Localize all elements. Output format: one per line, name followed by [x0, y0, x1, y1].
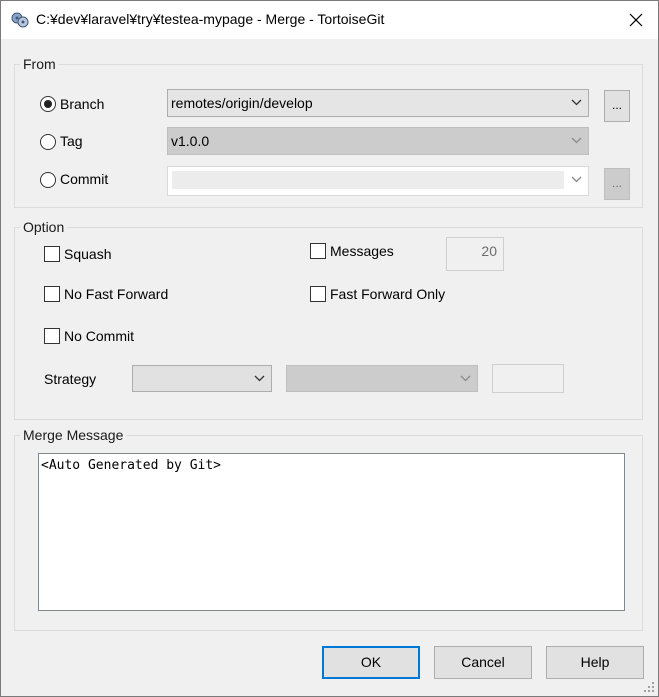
squash-checkbox[interactable] [44, 246, 60, 262]
chevron-down-icon [254, 375, 265, 382]
close-button[interactable] [614, 1, 658, 39]
help-button[interactable]: Help [546, 646, 644, 679]
messages-count-field[interactable]: 20 [446, 237, 504, 271]
merge-dialog: C:¥dev¥laravel¥try¥testea-mypage - Merge… [0, 0, 659, 697]
resize-grip-icon[interactable] [643, 681, 655, 693]
tag-label: Tag [60, 133, 83, 149]
strategy-param-field[interactable] [492, 364, 564, 393]
no-fast-forward-label: No Fast Forward [64, 286, 169, 302]
commit-browse-button[interactable]: ... [604, 168, 630, 200]
messages-count-value: 20 [481, 243, 497, 259]
no-commit-checkbox[interactable] [44, 328, 60, 344]
tag-combo-value: v1.0.0 [171, 133, 210, 149]
commit-combo[interactable] [167, 166, 589, 196]
chevron-down-icon [571, 137, 582, 144]
commit-input[interactable] [172, 171, 564, 189]
close-icon [629, 13, 643, 27]
strategy-combo[interactable] [132, 365, 272, 392]
branch-combo-value: remotes/origin/develop [171, 95, 313, 111]
no-fast-forward-checkbox[interactable] [44, 286, 60, 302]
branch-radio[interactable] [40, 96, 56, 112]
merge-message-text: <Auto Generated by Git> [41, 458, 222, 473]
window-title: C:¥dev¥laravel¥try¥testea-mypage - Merge… [36, 11, 385, 27]
commit-radio[interactable] [40, 172, 56, 188]
option-group-label: Option [20, 219, 68, 235]
cancel-button[interactable]: Cancel [434, 646, 532, 679]
squash-label: Squash [64, 246, 112, 262]
merge-message-group-label: Merge Message [20, 427, 127, 443]
messages-checkbox[interactable] [310, 243, 326, 259]
tag-radio[interactable] [40, 134, 56, 150]
chevron-down-icon [571, 99, 582, 106]
strategy-option-combo[interactable] [286, 365, 478, 392]
chevron-down-icon [571, 176, 582, 183]
branch-combo[interactable]: remotes/origin/develop [167, 89, 589, 117]
no-commit-label: No Commit [64, 328, 135, 344]
fast-forward-only-checkbox[interactable] [310, 286, 326, 302]
tortoisegit-app-icon [10, 10, 30, 30]
fast-forward-only-label: Fast Forward Only [330, 286, 446, 302]
branch-label: Branch [60, 96, 105, 112]
from-group-label: From [20, 56, 59, 72]
tag-combo[interactable]: v1.0.0 [167, 127, 589, 155]
messages-label: Messages [330, 243, 394, 259]
commit-label: Commit [60, 171, 109, 187]
title-bar[interactable]: C:¥dev¥laravel¥try¥testea-mypage - Merge… [1, 1, 658, 39]
merge-message-textarea[interactable]: <Auto Generated by Git> [38, 453, 625, 611]
ok-button[interactable]: OK [322, 646, 420, 679]
branch-browse-button[interactable]: ... [604, 90, 630, 122]
strategy-label: Strategy [44, 371, 97, 387]
chevron-down-icon [460, 375, 471, 382]
